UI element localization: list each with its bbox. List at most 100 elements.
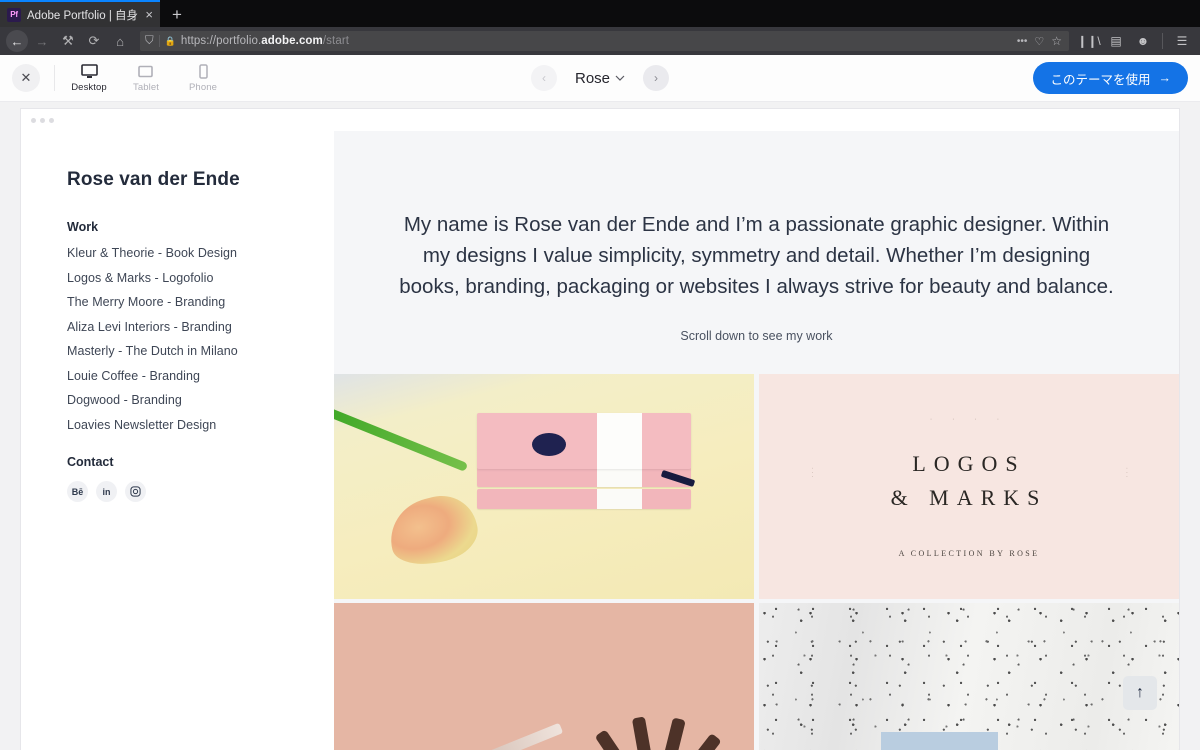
arrow-right-icon: →	[1158, 71, 1172, 85]
sidebar-item-louie-coffee[interactable]: Louie Coffee - Branding	[67, 369, 334, 383]
logos-subtitle: A COLLECTION BY ROSE	[898, 548, 1040, 558]
pocket-icon[interactable]: ♡	[1034, 35, 1044, 48]
home-button-icon[interactable]: ⌂	[108, 30, 132, 52]
theme-navigator: ‹ Rose ›	[530, 65, 670, 91]
url-text: https://portfolio.adobe.com/start	[180, 35, 350, 47]
use-theme-button[interactable]: このテーマを使用 →	[1033, 62, 1188, 94]
fan-blade-shape	[631, 716, 662, 750]
logos-title-line1: LOGOS	[912, 450, 1026, 476]
tablet-icon	[138, 64, 154, 80]
page-actions-icon[interactable]: •••	[1017, 36, 1028, 47]
social-links: Bē in	[67, 481, 334, 502]
phone-icon	[198, 64, 209, 80]
url-divider	[158, 35, 160, 47]
tracking-shield-icon[interactable]: ⛉	[145, 35, 154, 48]
account-icon[interactable]: ☻	[1131, 30, 1155, 52]
hero-section: My name is Rose van der Ende and I’m a p…	[334, 131, 1179, 343]
tools-icon[interactable]: ⚒	[56, 30, 80, 52]
hero-paragraph: My name is Rose van der Ende and I’m a p…	[399, 213, 1114, 299]
book-shape	[476, 488, 691, 509]
decorative-mark-right: · · ·	[1122, 466, 1130, 478]
bookmark-star-icon[interactable]: ☆	[1051, 34, 1062, 48]
library-icon[interactable]: ❙❙\	[1077, 30, 1101, 52]
device-phone-button[interactable]: Phone	[183, 64, 223, 93]
fan-blade-shape	[649, 717, 686, 750]
device-desktop-button[interactable]: Desktop	[69, 64, 109, 93]
book-band-shape	[596, 488, 642, 509]
project-tile-branding-rose[interactable]	[334, 603, 754, 750]
book-band-shape	[596, 412, 642, 469]
site-sidebar: Rose van der Ende Work Kleur & Theorie -…	[21, 131, 334, 750]
lily-stem-shape	[334, 407, 469, 473]
book-shape	[476, 466, 691, 487]
next-theme-button[interactable]: ›	[643, 65, 670, 91]
toolbar-divider	[54, 65, 55, 91]
book-cover-shape	[476, 412, 691, 469]
tab-title: Adobe Portfolio | 自身の Web サ	[27, 9, 139, 22]
portfolio-favicon-icon: Pf	[7, 7, 21, 22]
book-band-shape	[596, 466, 642, 487]
lily-bloom-shape	[382, 488, 484, 574]
brush-fan-shape	[552, 644, 745, 750]
back-button-icon[interactable]: ←	[6, 30, 28, 52]
behance-icon[interactable]: Bē	[67, 481, 88, 502]
window-dot-icon	[40, 117, 45, 123]
reload-button-icon[interactable]: ⟳	[82, 30, 106, 52]
device-phone-label: Phone	[189, 81, 217, 93]
sidebar-item-aliza-levi[interactable]: Aliza Levi Interiors - Branding	[67, 320, 334, 334]
linkedin-icon[interactable]: in	[96, 481, 117, 502]
lock-icon: 🔒	[164, 35, 176, 46]
scroll-to-top-button[interactable]: ↑	[1123, 676, 1157, 710]
url-bar-actions: ••• ♡ ☆	[1017, 34, 1064, 48]
portfolio-toolbar: ✕ Desktop Tablet Phone ‹ Rose › このテーマを使用…	[0, 55, 1200, 102]
site-title: Rose van der Ende	[67, 169, 240, 190]
new-tab-button[interactable]: +	[160, 2, 194, 27]
fan-blade-shape	[650, 732, 722, 750]
window-dot-icon	[31, 117, 36, 123]
sidebar-item-logos-marks[interactable]: Logos & Marks - Logofolio	[67, 271, 334, 285]
project-grid: · · · · · · · · · · LOGOS & MARKS A COLL…	[334, 374, 1179, 750]
site-preview-frame: Rose van der Ende Work Kleur & Theorie -…	[20, 108, 1180, 750]
window-dot-icon	[49, 117, 54, 123]
sidebar-item-masterly[interactable]: Masterly - The Dutch in Milano	[67, 344, 334, 358]
project-tile-book-design[interactable]	[334, 374, 754, 600]
instagram-icon[interactable]	[125, 481, 146, 502]
terrazzo-accent-shape	[880, 731, 999, 750]
use-theme-label: このテーマを使用	[1050, 72, 1151, 87]
decorative-mark-left: · · ·	[808, 466, 816, 478]
book-dot-shape	[532, 432, 567, 456]
sidebar-item-kleur-theorie[interactable]: Kleur & Theorie - Book Design	[67, 246, 334, 260]
site-main-content: My name is Rose van der Ende and I’m a p…	[334, 131, 1179, 750]
portfolio-site: Rose van der Ende Work Kleur & Theorie -…	[21, 131, 1179, 750]
device-desktop-label: Desktop	[71, 81, 107, 93]
project-tile-logos-marks[interactable]: · · · · · · · · · · LOGOS & MARKS A COLL…	[759, 374, 1179, 600]
browser-navigation-bar: ← → ⚒ ⟳ ⌂ ⛉ 🔒 https://portfolio.adobe.co…	[0, 27, 1200, 55]
fan-blade-shape	[594, 729, 661, 750]
sidebar-item-loavies[interactable]: Loavies Newsletter Design	[67, 418, 334, 432]
menu-icon[interactable]: ☰	[1170, 30, 1194, 52]
previous-theme-button[interactable]: ‹	[530, 65, 557, 91]
browser-window: Pf Adobe Portfolio | 自身の Web サ × + ← → ⚒…	[0, 0, 1200, 750]
decorative-dots: · · · ·	[929, 415, 1009, 423]
device-switcher: Desktop Tablet Phone	[69, 64, 223, 93]
toolbar-divider	[1162, 33, 1163, 49]
browser-tab[interactable]: Pf Adobe Portfolio | 自身の Web サ ×	[0, 2, 160, 27]
theme-selector[interactable]: Rose	[575, 70, 625, 87]
device-tablet-label: Tablet	[133, 81, 159, 93]
sidebar-icon[interactable]: ▤	[1104, 30, 1128, 52]
project-tile-terrazzo[interactable]	[759, 603, 1179, 750]
chevron-down-icon	[615, 73, 625, 84]
browser-toolbar-actions: ❙❙\ ▤ ☻ ☰	[1077, 30, 1194, 52]
close-preview-button[interactable]: ✕	[12, 64, 40, 92]
sidebar-item-merry-moore[interactable]: The Merry Moore - Branding	[67, 295, 334, 309]
scroll-hint: Scroll down to see my work	[680, 329, 833, 344]
logos-title-line2: & MARKS	[890, 484, 1048, 510]
book-stack-shape	[476, 412, 696, 509]
sidebar-item-dogwood[interactable]: Dogwood - Branding	[67, 393, 334, 407]
tab-close-icon[interactable]: ×	[145, 8, 153, 21]
url-bar[interactable]: ⛉ 🔒 https://portfolio.adobe.com/start ••…	[140, 31, 1069, 51]
device-tablet-button[interactable]: Tablet	[126, 64, 166, 93]
desktop-icon	[80, 64, 98, 80]
forward-button-icon[interactable]: →	[30, 30, 54, 52]
